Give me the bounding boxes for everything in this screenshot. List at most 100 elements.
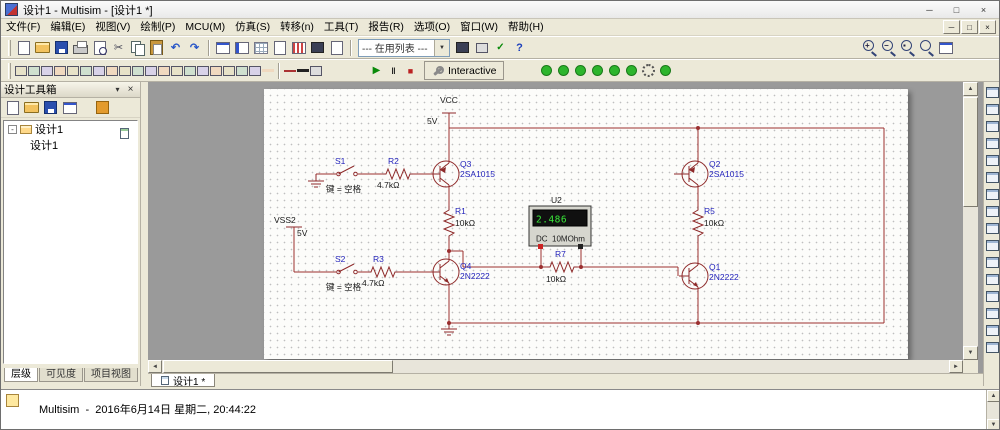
ground-symbol-left[interactable] [308, 174, 324, 187]
dock-icon[interactable] [111, 84, 124, 96]
save-icon[interactable] [52, 39, 71, 57]
tab-design1-sheet[interactable]: 设计1 * [151, 374, 215, 387]
current-probe-icon[interactable] [572, 62, 589, 79]
resistor-r5[interactable]: R5 10kΩ [693, 206, 724, 241]
interactive-simulation-button[interactable]: Interactive [424, 61, 504, 80]
frequency-counter-icon[interactable] [985, 187, 1000, 201]
reverse-probe-icon[interactable] [657, 62, 674, 79]
toolbox-close-icon[interactable] [124, 84, 137, 96]
multimeter-u2[interactable]: U2 2.486 DC 10MOhm [529, 195, 591, 249]
menu-reports[interactable]: 报告(R) [363, 19, 409, 36]
zoom-full-icon[interactable] [936, 39, 955, 57]
horizontal-scroll-thumb[interactable] [163, 360, 393, 373]
parent-sheet-icon[interactable] [327, 39, 346, 57]
menu-transfer[interactable]: 转移(n) [275, 19, 319, 36]
results-icon[interactable] [5, 394, 19, 407]
iv-analyzer-icon[interactable] [985, 255, 1000, 269]
menu-view[interactable]: 视图(V) [90, 19, 135, 36]
open-icon[interactable] [33, 39, 52, 57]
word-generator-icon[interactable] [985, 204, 1000, 218]
close-button[interactable]: × [970, 2, 997, 17]
place-cmos-icon[interactable] [92, 62, 105, 79]
postprocessor-icon[interactable] [308, 39, 327, 57]
place-misc-digital-icon[interactable] [105, 62, 118, 79]
combo-dropdown-icon[interactable] [434, 40, 449, 56]
transistor-q3[interactable]: Q3 2SA1015 [433, 159, 495, 187]
menu-window[interactable]: 窗口(W) [455, 19, 503, 36]
place-mcu-icon[interactable] [235, 62, 248, 79]
minimize-button[interactable]: ─ [916, 2, 943, 17]
probe-settings-icon[interactable] [640, 62, 657, 79]
resistor-r2[interactable]: R2 4.7kΩ [377, 156, 413, 190]
logic-analyzer-icon[interactable] [985, 238, 1000, 252]
place-indicator-icon[interactable] [131, 62, 144, 79]
transistor-q1[interactable]: Q1 2N2222 [679, 262, 739, 289]
vertical-scroll-thumb[interactable] [963, 97, 978, 207]
place-electromechanical-icon[interactable] [196, 62, 209, 79]
menu-options[interactable]: 选项(O) [409, 19, 455, 36]
print-icon[interactable] [71, 39, 90, 57]
scroll-left-icon[interactable] [148, 360, 162, 373]
differential-probe-icon[interactable] [623, 62, 640, 79]
vertical-scrollbar[interactable] [963, 82, 978, 360]
horizontal-scrollbar[interactable] [148, 360, 963, 373]
place-ttl-icon[interactable] [79, 62, 92, 79]
new-icon[interactable] [14, 39, 33, 57]
undo-icon[interactable]: ↶ [166, 39, 185, 57]
oscilloscope-icon[interactable] [985, 136, 1000, 150]
menu-mcu[interactable]: MCU(M) [180, 19, 230, 36]
full-screen-icon[interactable] [213, 39, 232, 57]
bode-plotter-icon[interactable] [985, 170, 1000, 184]
stop-simulation-icon[interactable]: ■ [402, 62, 419, 79]
voltage-probe-icon[interactable] [555, 62, 572, 79]
pause-simulation-icon[interactable]: ‖ [385, 62, 402, 79]
menu-file[interactable]: 文件(F) [1, 19, 45, 36]
place-rf-icon[interactable] [183, 62, 196, 79]
menu-simulate[interactable]: 仿真(S) [230, 19, 275, 36]
place-transistor-icon[interactable] [53, 62, 66, 79]
zoom-area-icon[interactable]: ▪ [898, 39, 917, 57]
measurement-probe2-icon[interactable] [985, 340, 1000, 354]
place-misc-icon[interactable] [157, 62, 170, 79]
power-probe-icon[interactable] [589, 62, 606, 79]
toolbar-handle[interactable] [8, 63, 11, 79]
redo-icon[interactable]: ↷ [185, 39, 204, 57]
toolbox-new-icon[interactable] [3, 99, 22, 117]
bus-icon[interactable] [296, 62, 309, 79]
schematic-sheet[interactable]: VCC 5V VSS2 5V [264, 89, 908, 359]
toolbar-handle[interactable] [8, 40, 11, 56]
place-analog-icon[interactable] [66, 62, 79, 79]
agilent-function-generator-icon[interactable] [985, 323, 1000, 337]
place-diode-icon[interactable] [40, 62, 53, 79]
copy-icon[interactable] [128, 39, 147, 57]
wattmeter-icon[interactable] [985, 119, 1000, 133]
place-power-icon[interactable] [144, 62, 157, 79]
place-mixed-icon[interactable] [118, 62, 131, 79]
toolbox-filter-icon[interactable] [93, 99, 112, 117]
wire-icon[interactable] [283, 62, 296, 79]
place-basic-icon[interactable] [27, 62, 40, 79]
place-bus-icon[interactable] [261, 62, 274, 79]
four-channel-oscilloscope-icon[interactable] [985, 153, 1000, 167]
distortion-analyzer-icon[interactable] [985, 272, 1000, 286]
spice-netlist-viewer-icon[interactable] [270, 39, 289, 57]
logic-converter-icon[interactable] [985, 221, 1000, 235]
place-source-icon[interactable] [14, 62, 27, 79]
place-hierarchical-block-icon[interactable] [248, 62, 261, 79]
collapse-icon[interactable] [8, 125, 17, 134]
child-restore-button[interactable]: □ [961, 20, 978, 34]
measurement-probe-icon[interactable] [538, 62, 555, 79]
scroll-up-icon[interactable] [987, 390, 1000, 402]
panel-splitter[interactable] [141, 82, 148, 386]
resistor-r1[interactable]: R1 10kΩ [444, 206, 475, 241]
maximize-button[interactable]: □ [943, 2, 970, 17]
zoom-sheet-icon[interactable] [917, 39, 936, 57]
in-use-list-combo[interactable]: --- 在用列表 --- [358, 39, 450, 57]
transistor-q4[interactable]: Q4 2N2222 [433, 259, 490, 285]
switch-s2[interactable]: S2 键 = 空格 [326, 254, 362, 292]
place-advanced-peripherals-icon[interactable] [170, 62, 183, 79]
child-minimize-button[interactable]: ─ [943, 20, 960, 34]
graphs-icon[interactable] [289, 39, 308, 57]
menu-tools[interactable]: 工具(T) [319, 19, 363, 36]
toolbox-close-icon[interactable] [60, 99, 79, 117]
